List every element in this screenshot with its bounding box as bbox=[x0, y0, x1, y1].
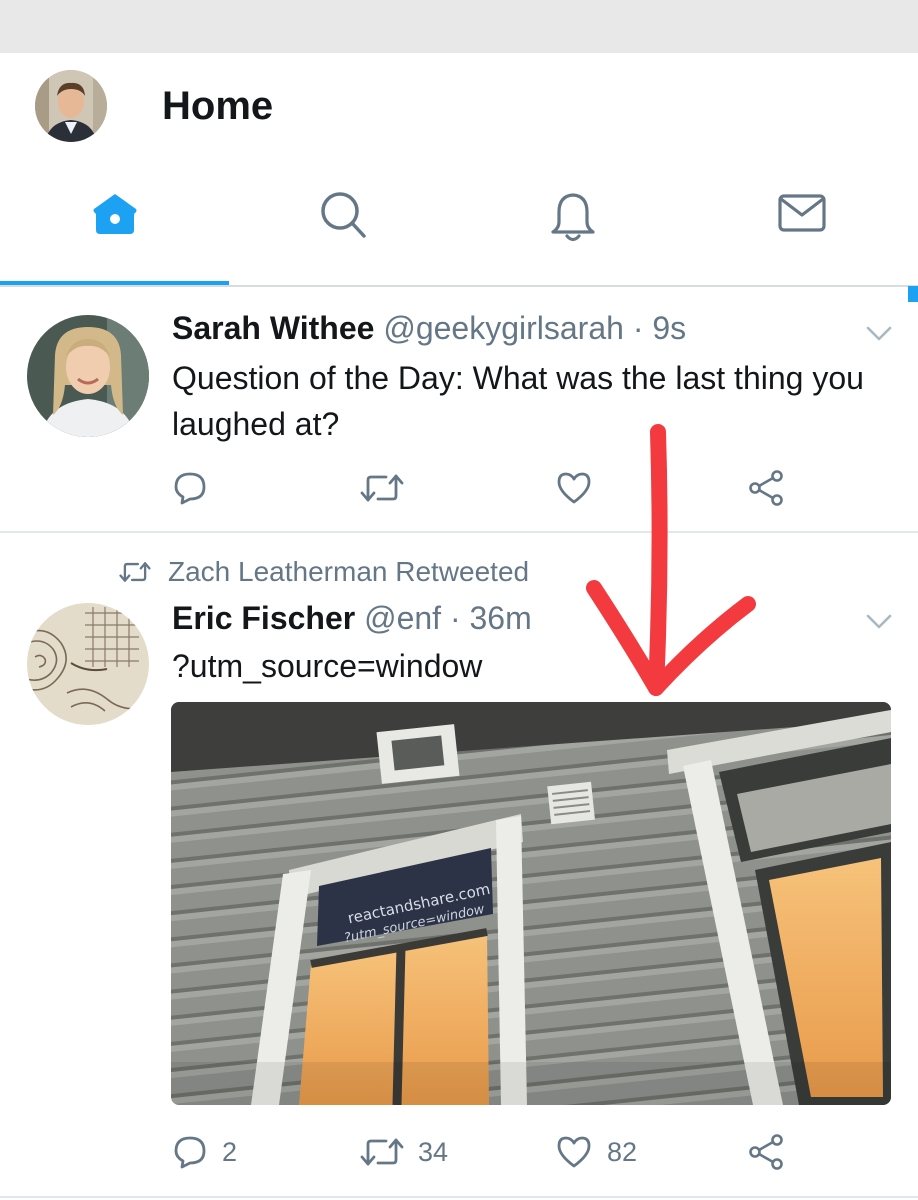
tab-home[interactable] bbox=[0, 190, 229, 260]
my-profile-avatar[interactable] bbox=[35, 70, 107, 142]
home-icon bbox=[93, 194, 136, 234]
tweet-text: Question of the Day: What was the last t… bbox=[172, 360, 864, 442]
share-icon bbox=[749, 470, 783, 506]
tweet-timestamp[interactable]: 9s bbox=[652, 310, 686, 346]
tab-messages[interactable] bbox=[687, 190, 916, 260]
share-button[interactable] bbox=[748, 470, 786, 506]
chevron-down-icon[interactable] bbox=[866, 326, 892, 342]
avatar-sarah-withee[interactable] bbox=[27, 315, 149, 437]
meta-separator: · bbox=[449, 600, 461, 636]
tweet-timestamp[interactable]: 36m bbox=[470, 600, 532, 636]
like-button[interactable]: 82 bbox=[555, 1134, 637, 1170]
tab-search[interactable] bbox=[229, 190, 458, 260]
like-count: 82 bbox=[607, 1136, 638, 1167]
search-icon bbox=[320, 192, 366, 238]
share-button[interactable] bbox=[748, 1134, 786, 1170]
tweet-text: ?utm_source=window bbox=[172, 648, 483, 684]
tweet-divider bbox=[0, 1196, 918, 1198]
retweet-button[interactable]: 34 bbox=[360, 1134, 448, 1170]
tweet-header: Sarah Withee @geekygirlsarah · 9s bbox=[172, 310, 686, 347]
tweet-header: Eric Fischer @enf · 36m bbox=[172, 600, 532, 637]
tweet-media-photo[interactable]: reactandshare.com ?utm_source=window bbox=[171, 702, 891, 1105]
tab-notifications[interactable] bbox=[458, 190, 687, 260]
retweet-count: 34 bbox=[418, 1136, 449, 1167]
reply-button[interactable] bbox=[172, 470, 222, 506]
reply-icon bbox=[174, 472, 206, 505]
author-name[interactable]: Eric Fischer bbox=[172, 600, 355, 636]
page-title: Home bbox=[162, 84, 274, 128]
heart-icon bbox=[557, 472, 591, 504]
reply-icon bbox=[174, 1136, 206, 1169]
meta-separator: · bbox=[632, 310, 644, 346]
retweet-button[interactable] bbox=[360, 470, 418, 506]
retweet-icon bbox=[119, 562, 151, 582]
reply-button[interactable]: 2 bbox=[172, 1134, 237, 1170]
share-icon bbox=[749, 1134, 783, 1170]
author-handle[interactable]: @enf bbox=[364, 600, 441, 636]
heart-icon bbox=[557, 1136, 591, 1168]
retweet-icon bbox=[360, 1138, 404, 1166]
author-handle[interactable]: @geekygirlsarah bbox=[383, 310, 624, 346]
author-name[interactable]: Sarah Withee bbox=[172, 310, 374, 346]
like-button[interactable] bbox=[555, 470, 607, 506]
mail-icon bbox=[777, 194, 826, 232]
avatar-eric-fischer[interactable] bbox=[27, 603, 149, 725]
tweet-divider bbox=[0, 531, 918, 533]
retweet-icon bbox=[360, 474, 404, 502]
retweeted-by-label[interactable]: Zach Leatherman Retweeted bbox=[168, 556, 529, 588]
retweet-context: Zach Leatherman Retweeted bbox=[118, 556, 529, 588]
header-divider bbox=[0, 285, 918, 287]
scrollbar-thumb[interactable] bbox=[908, 286, 918, 302]
chevron-down-icon[interactable] bbox=[866, 614, 892, 630]
reply-count: 2 bbox=[222, 1136, 238, 1167]
bell-icon bbox=[550, 192, 595, 242]
status-strip bbox=[0, 0, 918, 53]
